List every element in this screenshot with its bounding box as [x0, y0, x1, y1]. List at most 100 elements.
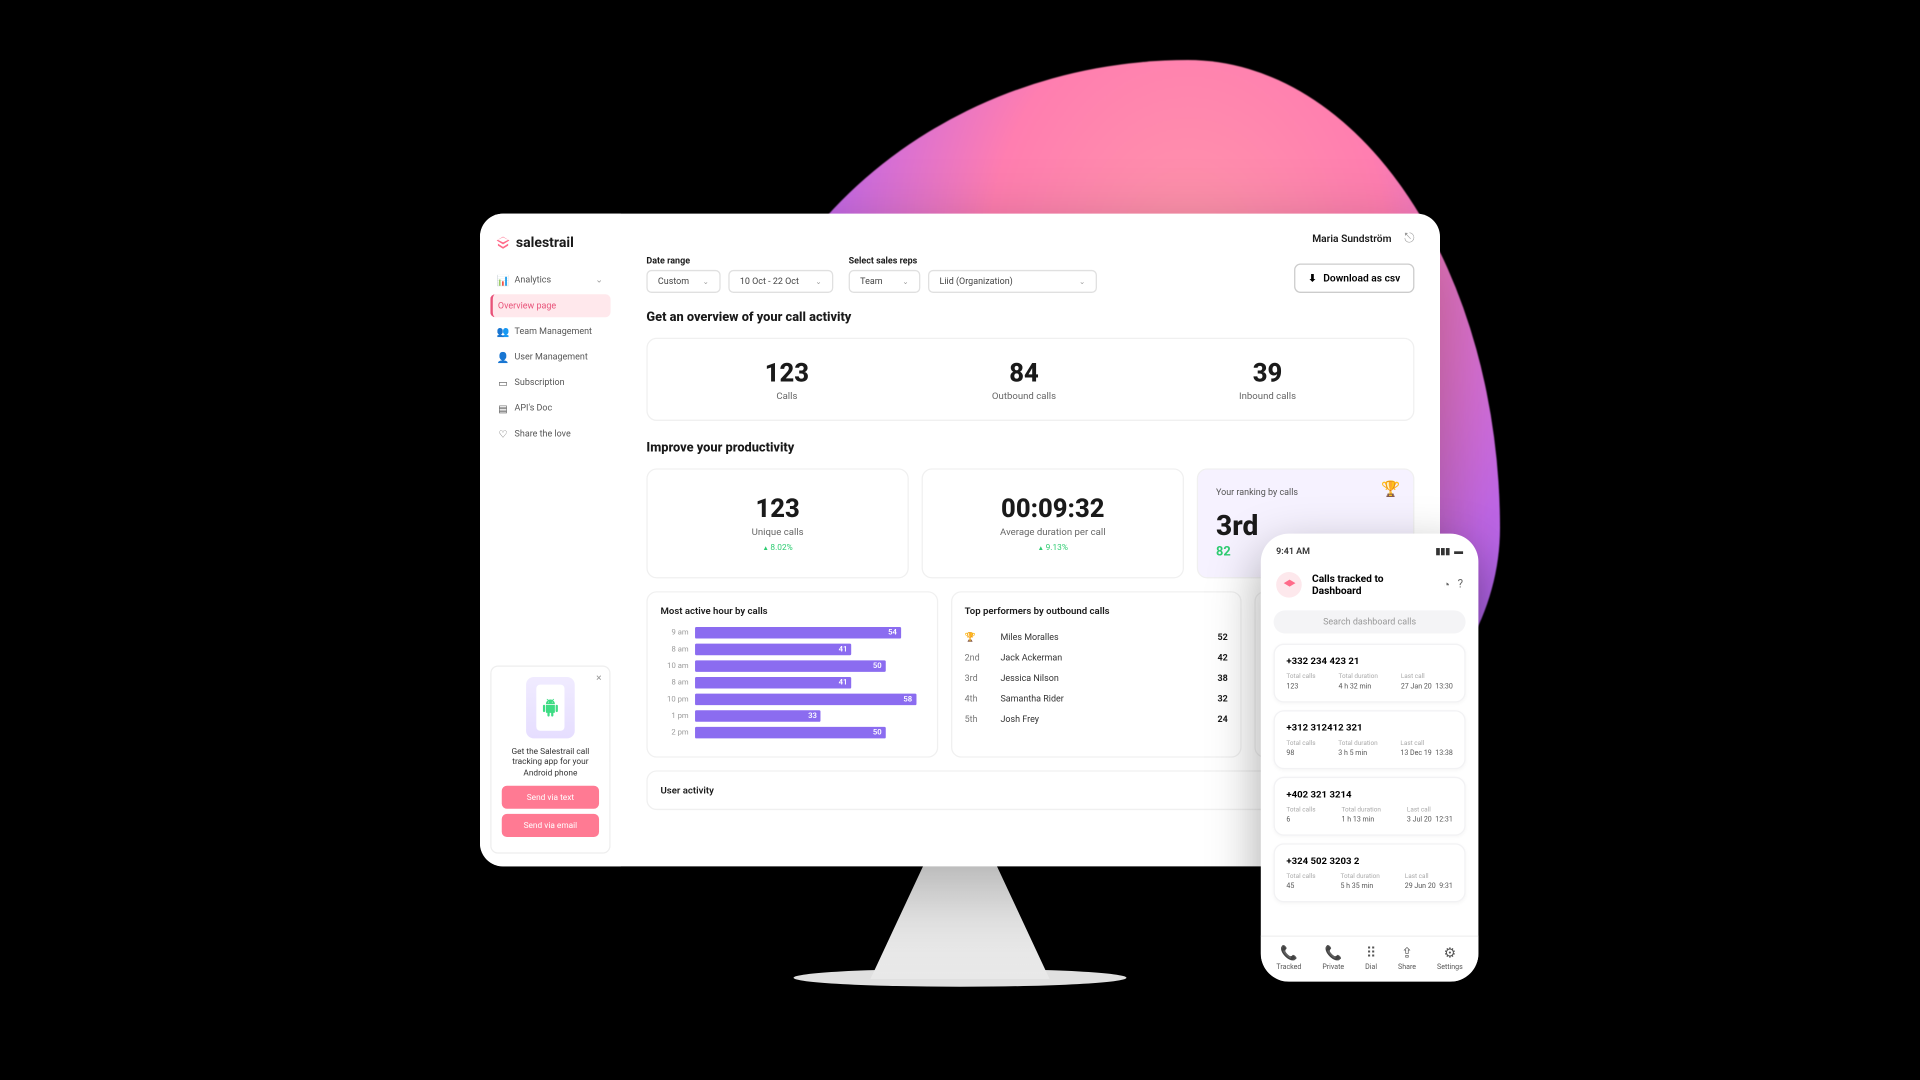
hbar-row: 8 am 41	[660, 677, 923, 689]
send-email-button[interactable]: Send via email	[502, 814, 599, 837]
rank: 2nd	[965, 653, 991, 663]
hbar-row: 9 am 54	[660, 627, 923, 639]
performer-name: Jack Ackerman	[1000, 653, 1207, 663]
stat-calls: 123Calls	[765, 357, 809, 402]
delta-up-icon: 8.02%	[663, 543, 892, 553]
call-number: +312 312412 321	[1286, 722, 1452, 734]
date-range-value-select[interactable]: 10 Oct - 22 Oct⌄	[728, 270, 833, 293]
call-number: +332 234 423 21	[1286, 655, 1452, 667]
sidebar-item-analytics[interactable]: 📊 Analytics ⌄	[490, 269, 610, 292]
hours-chart-card: Most active hour by calls 9 am548 am4110…	[646, 591, 937, 757]
android-icon	[541, 698, 559, 716]
stats-card: 123Calls 84Outbound calls 39Inbound call…	[646, 338, 1414, 421]
filters-row: Date range Custom⌄ 10 Oct - 22 Oct⌄ Sele…	[646, 256, 1414, 293]
promo-text: Get the Salestrail call tracking app for…	[502, 746, 599, 778]
nav-label: Team Management	[515, 326, 592, 336]
team-icon: 👥	[498, 326, 508, 336]
topbar: Maria Sundström ⎋	[646, 232, 1414, 246]
performer-value: 52	[1217, 632, 1227, 642]
sidebar-item-team[interactable]: 👥 Team Management	[490, 320, 610, 343]
phone-nav-settings[interactable]: ⚙Settings	[1437, 944, 1463, 971]
overview-title: Get an overview of your call activity	[646, 311, 1414, 325]
delta-up-icon: 9.13%	[938, 543, 1167, 553]
bar: 41	[695, 644, 851, 656]
help-icon[interactable]: ?	[1458, 578, 1463, 592]
logout-icon[interactable]: ⎋	[1404, 232, 1414, 246]
call-number: +324 502 3203 2	[1286, 855, 1452, 867]
nav-label: Subscription	[515, 377, 565, 387]
sidebar-item-users[interactable]: 👤 User Management	[490, 345, 610, 368]
nav-label: User Management	[515, 352, 588, 362]
bar: 33	[695, 710, 821, 722]
search-input[interactable]: Search dashboard calls	[1274, 610, 1466, 633]
rank: 5th	[965, 714, 991, 724]
phone-nav-dial[interactable]: ⠿Dial	[1365, 944, 1377, 971]
phone-nav-tracked[interactable]: 📞Tracked	[1276, 944, 1301, 971]
download-csv-button[interactable]: ⬇ Download as csv	[1294, 264, 1414, 293]
leaderboard-row: 5thJosh Frey24	[965, 709, 1228, 729]
hour-label: 2 pm	[660, 728, 688, 737]
hours-chart: 9 am 54 8 am 41 10 am 50 8 am 41 10 pm 58 1 pm 33 2 …	[660, 627, 923, 738]
date-range-type-select[interactable]: Custom⌄	[646, 270, 720, 293]
stat-outbound: 84Outbound calls	[992, 357, 1056, 402]
logo-icon	[1282, 578, 1296, 592]
user-icon: 👤	[498, 352, 508, 362]
phone-nav-share[interactable]: ⇪Share	[1398, 944, 1416, 971]
call-card[interactable]: +312 312412 321 Total calls98 Total dura…	[1274, 710, 1466, 769]
sidebar-item-api[interactable]: ▤ API's Doc	[490, 397, 610, 420]
call-card[interactable]: +332 234 423 21 Total calls123 Total dur…	[1274, 644, 1466, 703]
hour-label: 9 am	[660, 628, 688, 637]
trophy-icon: 🏆	[1381, 480, 1400, 498]
gauge-icon[interactable]: ◔	[1443, 578, 1450, 592]
calls-list[interactable]: +332 234 423 21 Total calls123 Total dur…	[1261, 644, 1479, 903]
phone-header-icons: ◔ ?	[1443, 578, 1463, 592]
performer-name: Jessica Nilson	[1000, 673, 1207, 683]
send-text-button[interactable]: Send via text	[502, 786, 599, 809]
close-icon[interactable]: ×	[596, 671, 601, 683]
mobile-phone: 9:41 AM ▮▮▮▬ Calls tracked to Dashboard …	[1261, 534, 1479, 982]
bar: 50	[695, 727, 886, 739]
phone-app-icon	[1276, 572, 1302, 598]
api-icon: ▤	[498, 403, 508, 413]
call-card[interactable]: +324 502 3203 2 Total calls45 Total dura…	[1274, 843, 1466, 902]
org-select[interactable]: Liid (Organization)⌄	[928, 270, 1097, 293]
hour-label: 10 am	[660, 662, 688, 671]
promo-image	[526, 677, 575, 738]
leaderboard-row: 3rdJessica Nilson38	[965, 668, 1228, 688]
performer-name: Samantha Rider	[1000, 694, 1207, 704]
sidebar-item-overview[interactable]: Overview page	[490, 294, 610, 317]
call-card[interactable]: +402 321 3214 Total calls6 Total duratio…	[1274, 777, 1466, 836]
bar: 58	[695, 694, 916, 706]
sales-reps-label: Select sales reps	[849, 256, 1097, 266]
bar-value: 54	[888, 627, 897, 639]
analytics-icon: 📊	[498, 275, 508, 285]
phone-time: 9:41 AM	[1276, 546, 1310, 556]
hour-label: 10 pm	[660, 695, 688, 704]
sidebar-item-subscription[interactable]: ▭ Subscription	[490, 371, 610, 394]
user-name[interactable]: Maria Sundström	[1312, 233, 1391, 245]
bar: 54	[695, 627, 901, 639]
chevron-down-icon: ⌄	[815, 277, 821, 286]
hour-label: 1 pm	[660, 712, 688, 721]
nav-label: Analytics	[515, 275, 552, 285]
subscription-icon: ▭	[498, 377, 508, 387]
chevron-down-icon: ⌄	[902, 277, 908, 286]
bar-value: 41	[839, 677, 848, 689]
hour-label: 8 am	[660, 678, 688, 687]
hbar-row: 10 pm 58	[660, 694, 923, 706]
leaderboard-row: 🏆Miles Moralles52	[965, 627, 1228, 647]
phone-title: Calls tracked to Dashboard	[1312, 573, 1433, 597]
hbar-row: 2 pm 50	[660, 727, 923, 739]
unique-calls-card: 123 Unique calls 8.02%	[646, 468, 908, 578]
performer-value: 38	[1217, 673, 1227, 683]
sidebar-item-share[interactable]: ♡ Share the love	[490, 422, 610, 445]
phone-status-bar: 9:41 AM ▮▮▮▬	[1261, 546, 1479, 564]
phone-nav-private[interactable]: 📞Private	[1322, 944, 1344, 971]
brand-logo[interactable]: salestrail	[490, 234, 610, 251]
bar-value: 41	[839, 644, 848, 656]
performer-value: 24	[1217, 714, 1227, 724]
chevron-down-icon: ⌄	[1079, 277, 1085, 286]
bar-value: 33	[808, 710, 817, 722]
nav-label: Share the love	[515, 429, 571, 439]
team-select[interactable]: Team⌄	[849, 270, 921, 293]
